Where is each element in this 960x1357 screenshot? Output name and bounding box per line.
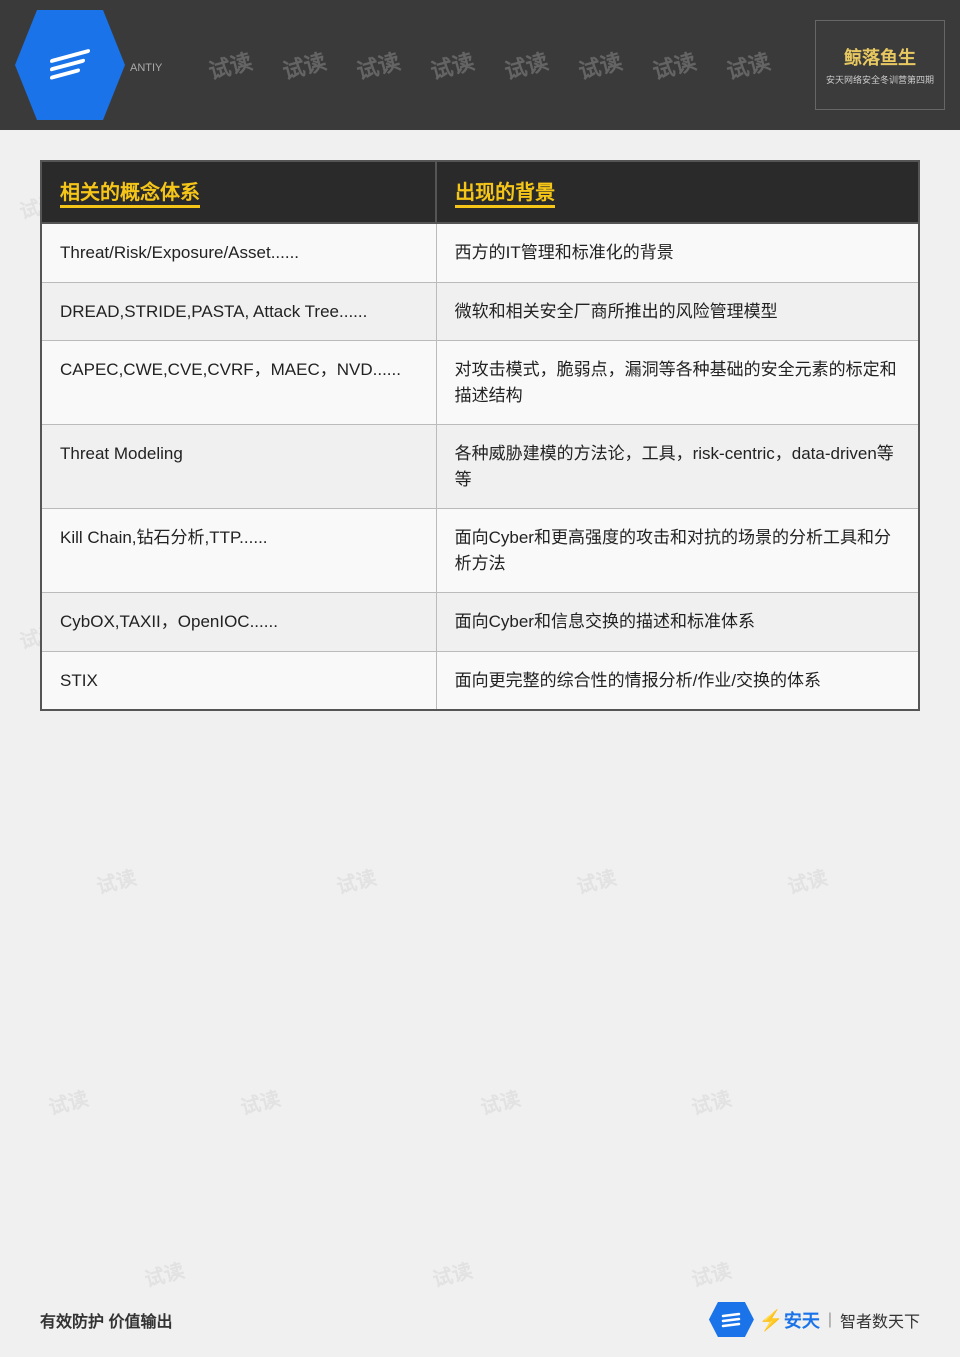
cell-right-1: 微软和相关安全厂商所推出的风险管理模型	[436, 282, 919, 341]
cell-right-5: 面向Cyber和信息交换的描述和标准体系	[436, 593, 919, 652]
table-row: Kill Chain,钻石分析,TTP......面向Cyber和更高强度的攻击…	[41, 509, 919, 593]
watermark-8: 试读	[722, 44, 773, 86]
cell-right-0: 西方的IT管理和标准化的背景	[436, 223, 919, 282]
table-row: Threat Modeling各种威胁建模的方法论，工具，risk-centri…	[41, 425, 919, 509]
cell-right-2: 对攻击模式，脆弱点，漏洞等各种基础的安全元素的标定和描述结构	[436, 341, 919, 425]
cell-left-4: Kill Chain,钻石分析,TTP......	[41, 509, 436, 593]
concept-table: 相关的概念体系 出现的背景 Threat/Risk/Exposure/Asset…	[40, 160, 920, 711]
table-row: CybOX,TAXII，OpenIOC......面向Cyber和信息交换的描述…	[41, 593, 919, 652]
cell-left-6: STIX	[41, 651, 436, 710]
header-right-logo: 鲸落鱼生 安天网络安全冬训营第四期	[815, 20, 945, 110]
table-row: CAPEC,CWE,CVE,CVRF，MAEC，NVD......对攻击模式，脆…	[41, 341, 919, 425]
cell-right-4: 面向Cyber和更高强度的攻击和对抗的场景的分析工具和分析方法	[436, 509, 919, 593]
right-logo-sub: 安天网络安全冬训营第四期	[826, 73, 934, 86]
cell-left-0: Threat/Risk/Exposure/Asset......	[41, 223, 436, 282]
antiy-logo	[15, 10, 125, 120]
cell-left-1: DREAD,STRIDE,PASTA, Attack Tree......	[41, 282, 436, 341]
main-content: 相关的概念体系 出现的背景 Threat/Risk/Exposure/Asset…	[40, 160, 920, 1257]
table-row: STIX面向更完整的综合性的情报分析/作业/交换的体系	[41, 651, 919, 710]
watermark-2: 试读	[278, 44, 329, 86]
right-logo-text: 鲸落鱼生	[844, 44, 916, 70]
watermark-1: 试读	[204, 44, 255, 86]
footer: 有效防护 价值输出 ⚡安天 | 智者数天下	[40, 1302, 920, 1337]
table-row: Threat/Risk/Exposure/Asset......西方的IT管理和…	[41, 223, 919, 282]
footer-logo: ⚡安天 | 智者数天下	[709, 1302, 920, 1337]
cell-right-3: 各种威胁建模的方法论，工具，risk-centric，data-driven等等	[436, 425, 919, 509]
watermark-5: 试读	[500, 44, 551, 86]
col1-header: 相关的概念体系	[41, 161, 436, 223]
antiy-label: ANTIY	[130, 62, 162, 74]
watermark-4: 试读	[426, 44, 477, 86]
watermark-6: 试读	[574, 44, 625, 86]
footer-brand-text: ⚡安天	[759, 1307, 820, 1333]
watermark-3: 试读	[352, 44, 403, 86]
table-row: DREAD,STRIDE,PASTA, Attack Tree......微软和…	[41, 282, 919, 341]
col2-header: 出现的背景	[436, 161, 919, 223]
footer-slogan: 智者数天下	[840, 1308, 920, 1332]
footer-logo-icon	[709, 1302, 754, 1337]
header-watermarks: 试读 试读 试读 试读 试读 试读 试读 试读	[162, 49, 815, 81]
cell-left-5: CybOX,TAXII，OpenIOC......	[41, 593, 436, 652]
header: ANTIY 试读 试读 试读 试读 试读 试读 试读 试读 鲸落鱼生 安天网络安…	[0, 0, 960, 130]
cell-left-3: Threat Modeling	[41, 425, 436, 509]
watermark-7: 试读	[648, 44, 699, 86]
cell-right-6: 面向更完整的综合性的情报分析/作业/交换的体系	[436, 651, 919, 710]
footer-tagline: 有效防护 价值输出	[40, 1308, 172, 1332]
cell-left-2: CAPEC,CWE,CVE,CVRF，MAEC，NVD......	[41, 341, 436, 425]
